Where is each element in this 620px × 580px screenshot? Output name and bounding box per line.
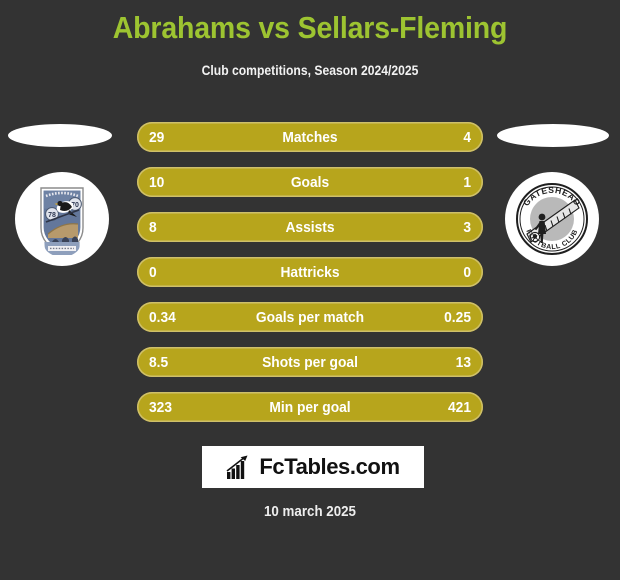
page-subtitle: Club competitions, Season 2024/2025 bbox=[201, 63, 419, 78]
table-row: 0 Hattricks 0 bbox=[137, 257, 483, 287]
home-value: 10 bbox=[149, 173, 165, 191]
decorative-ellipse-left bbox=[8, 124, 112, 147]
table-row: 29 Matches 4 bbox=[137, 122, 483, 152]
away-team-badge: GATESHEAD FOOTBALL CLUB bbox=[505, 172, 599, 266]
stat-label: Hattricks bbox=[280, 263, 340, 281]
table-row: 323 Min per goal 421 bbox=[137, 392, 483, 422]
away-value: 3 bbox=[463, 218, 471, 236]
stat-label: Matches bbox=[282, 128, 338, 146]
date-label: 10 march 2025 bbox=[264, 504, 356, 520]
table-row: 0.34 Goals per match 0.25 bbox=[137, 302, 483, 332]
away-value: 0.25 bbox=[444, 308, 471, 326]
stat-label: Goals bbox=[290, 173, 330, 191]
home-value: 8.5 bbox=[149, 353, 169, 371]
notts-county-badge-icon: 78 70 bbox=[40, 187, 84, 255]
home-value: 0 bbox=[149, 263, 157, 281]
decorative-ellipse-right bbox=[497, 124, 609, 147]
home-value: 8 bbox=[149, 218, 157, 236]
comparison-graphic: Abrahams vs Sellars-Fleming Club competi… bbox=[0, 0, 620, 580]
fctables-logo[interactable]: FcTables.com bbox=[202, 446, 424, 488]
bar-chart-icon bbox=[226, 455, 248, 479]
table-row: 10 Goals 1 bbox=[137, 167, 483, 197]
stat-label: Min per goal bbox=[269, 398, 351, 416]
page-title: Abrahams vs Sellars-Fleming bbox=[112, 10, 508, 45]
brand-text: FcTables.com bbox=[259, 454, 400, 479]
table-row: 8 Assists 3 bbox=[137, 212, 483, 242]
home-team-badge: 78 70 bbox=[15, 172, 109, 266]
stat-label: Assists bbox=[285, 218, 335, 236]
stats-list: 29 Matches 4 10 Goals 1 8 Assists 3 0 Ha… bbox=[137, 122, 483, 422]
home-value: 0.34 bbox=[149, 308, 176, 326]
away-value: 13 bbox=[455, 353, 471, 371]
table-row: 8.5 Shots per goal 13 bbox=[137, 347, 483, 377]
away-value: 4 bbox=[463, 128, 471, 146]
stat-label: Shots per goal bbox=[262, 353, 358, 371]
away-value: 0 bbox=[463, 263, 471, 281]
gateshead-badge-icon: GATESHEAD FOOTBALL CLUB bbox=[516, 183, 588, 255]
away-value: 421 bbox=[447, 398, 471, 416]
stat-label: Goals per match bbox=[255, 308, 365, 326]
away-value: 1 bbox=[463, 173, 471, 191]
home-value: 323 bbox=[149, 398, 173, 416]
home-value: 29 bbox=[149, 128, 165, 146]
